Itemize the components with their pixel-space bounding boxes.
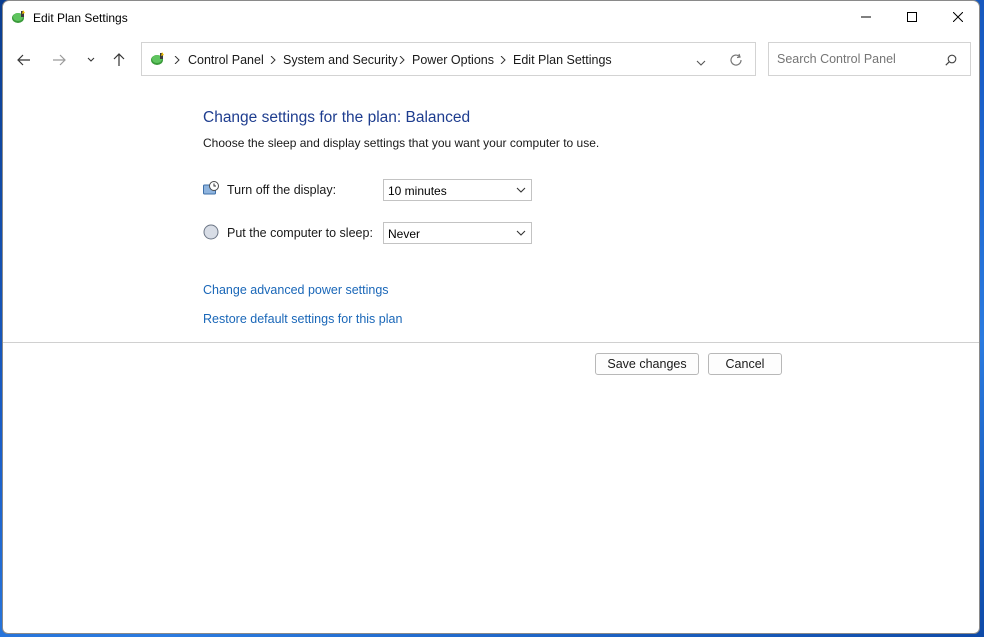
arrow-left-icon: [17, 54, 30, 66]
chevron-down-icon: [516, 187, 526, 193]
search-input[interactable]: [777, 52, 937, 66]
minimize-button[interactable]: [843, 1, 889, 33]
control-panel-location-icon: [150, 51, 166, 70]
edit-plan-settings-window: Edit Plan Settings Control Panel System …: [2, 0, 980, 634]
search-icon: [945, 54, 957, 66]
back-button[interactable]: [12, 48, 36, 72]
arrow-up-icon: [113, 53, 125, 66]
moon-sleep-icon: [203, 224, 219, 240]
address-history-dropdown[interactable]: [696, 56, 706, 70]
sleep-timeout-value: Never: [388, 227, 421, 241]
display-timeout-value: 10 minutes: [388, 184, 447, 198]
page-description: Choose the sleep and display settings th…: [203, 136, 600, 150]
minimize-icon: [861, 16, 871, 18]
arrow-right-icon: [53, 54, 66, 66]
power-options-app-icon: [11, 9, 27, 25]
cancel-button[interactable]: Cancel: [708, 353, 782, 375]
breadcrumb-control-panel[interactable]: Control Panel: [188, 53, 264, 67]
display-timeout-select[interactable]: 10 minutes: [383, 179, 532, 201]
chevron-down-icon: [696, 60, 706, 66]
restore-default-settings-link[interactable]: Restore default settings for this plan: [203, 312, 402, 326]
display-clock-icon: [203, 181, 219, 197]
chevron-down-icon: [516, 230, 526, 236]
forward-button[interactable]: [47, 48, 71, 72]
recent-locations-button[interactable]: [79, 48, 103, 72]
address-bar[interactable]: Control Panel System and Security Power …: [141, 42, 756, 76]
maximize-icon: [907, 12, 917, 22]
save-changes-button[interactable]: Save changes: [595, 353, 699, 375]
search-box[interactable]: [768, 42, 971, 76]
chevron-right-icon: [174, 56, 180, 64]
title-bar: Edit Plan Settings: [3, 1, 979, 34]
search-button[interactable]: [945, 54, 957, 69]
breadcrumb-system-and-security[interactable]: System and Security: [283, 53, 398, 67]
chevron-right-icon: [270, 56, 276, 64]
close-icon: [953, 12, 963, 22]
sleep-timeout-select[interactable]: Never: [383, 222, 532, 244]
window-title: Edit Plan Settings: [33, 11, 128, 25]
divider: [3, 342, 979, 343]
refresh-icon: [730, 53, 742, 66]
close-button[interactable]: [935, 1, 979, 33]
chevron-right-icon: [500, 56, 506, 64]
display-timeout-label: Turn off the display:: [227, 183, 337, 197]
page-heading: Change settings for the plan: Balanced: [203, 109, 471, 126]
up-button[interactable]: [107, 48, 131, 72]
maximize-button[interactable]: [889, 1, 935, 33]
chevron-down-icon: [87, 57, 95, 62]
chevron-right-icon: [399, 56, 405, 64]
breadcrumb-edit-plan-settings[interactable]: Edit Plan Settings: [513, 53, 612, 67]
sleep-timeout-label: Put the computer to sleep:: [227, 226, 373, 240]
change-advanced-power-settings-link[interactable]: Change advanced power settings: [203, 283, 389, 297]
refresh-button[interactable]: [729, 53, 743, 70]
breadcrumb-power-options[interactable]: Power Options: [412, 53, 494, 67]
